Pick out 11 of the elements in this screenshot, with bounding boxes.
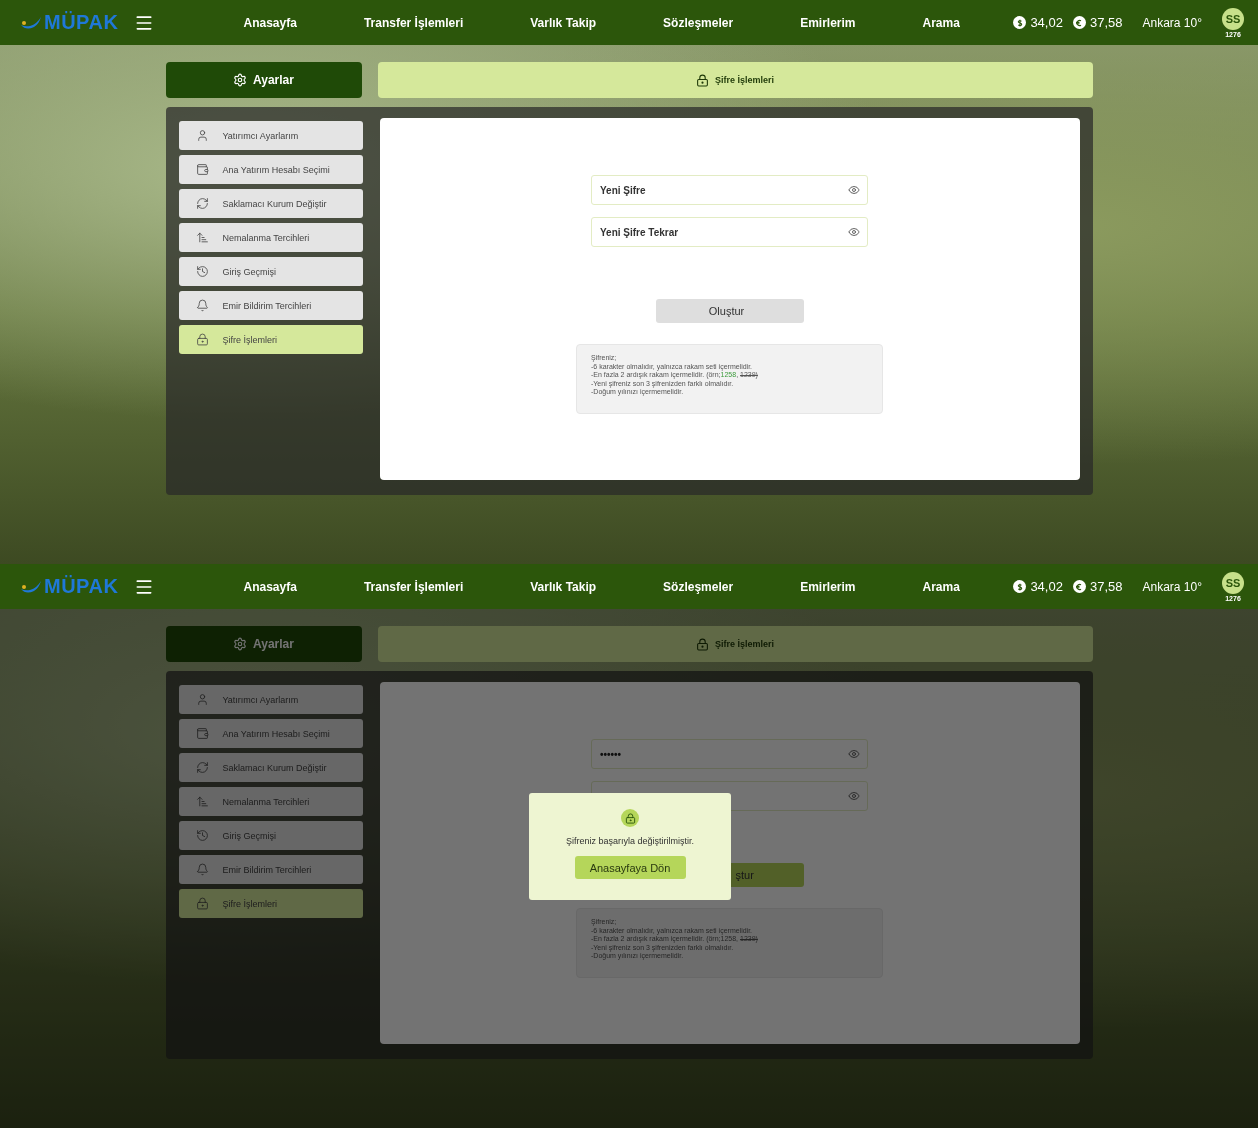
page-title: Şifre İşlemleri	[714, 639, 774, 649]
exchange-rate: 34,02	[1030, 15, 1063, 30]
settings-title: Ayarlar	[253, 73, 294, 87]
exchange-rate: 34,02	[1030, 579, 1063, 594]
success-message: Şifreniz başarıyla değiştirilmiştir.	[565, 836, 694, 846]
weather-text: Ankara 10°	[1142, 15, 1202, 30]
exchange-rate: 37,58	[1089, 15, 1123, 30]
weather-text: Ankara 10°	[1142, 579, 1202, 594]
page-title: Şifre İşlemleri	[714, 75, 774, 85]
settings-title: Ayarlar	[253, 637, 294, 651]
exchange-rate: 37,58	[1089, 579, 1123, 594]
